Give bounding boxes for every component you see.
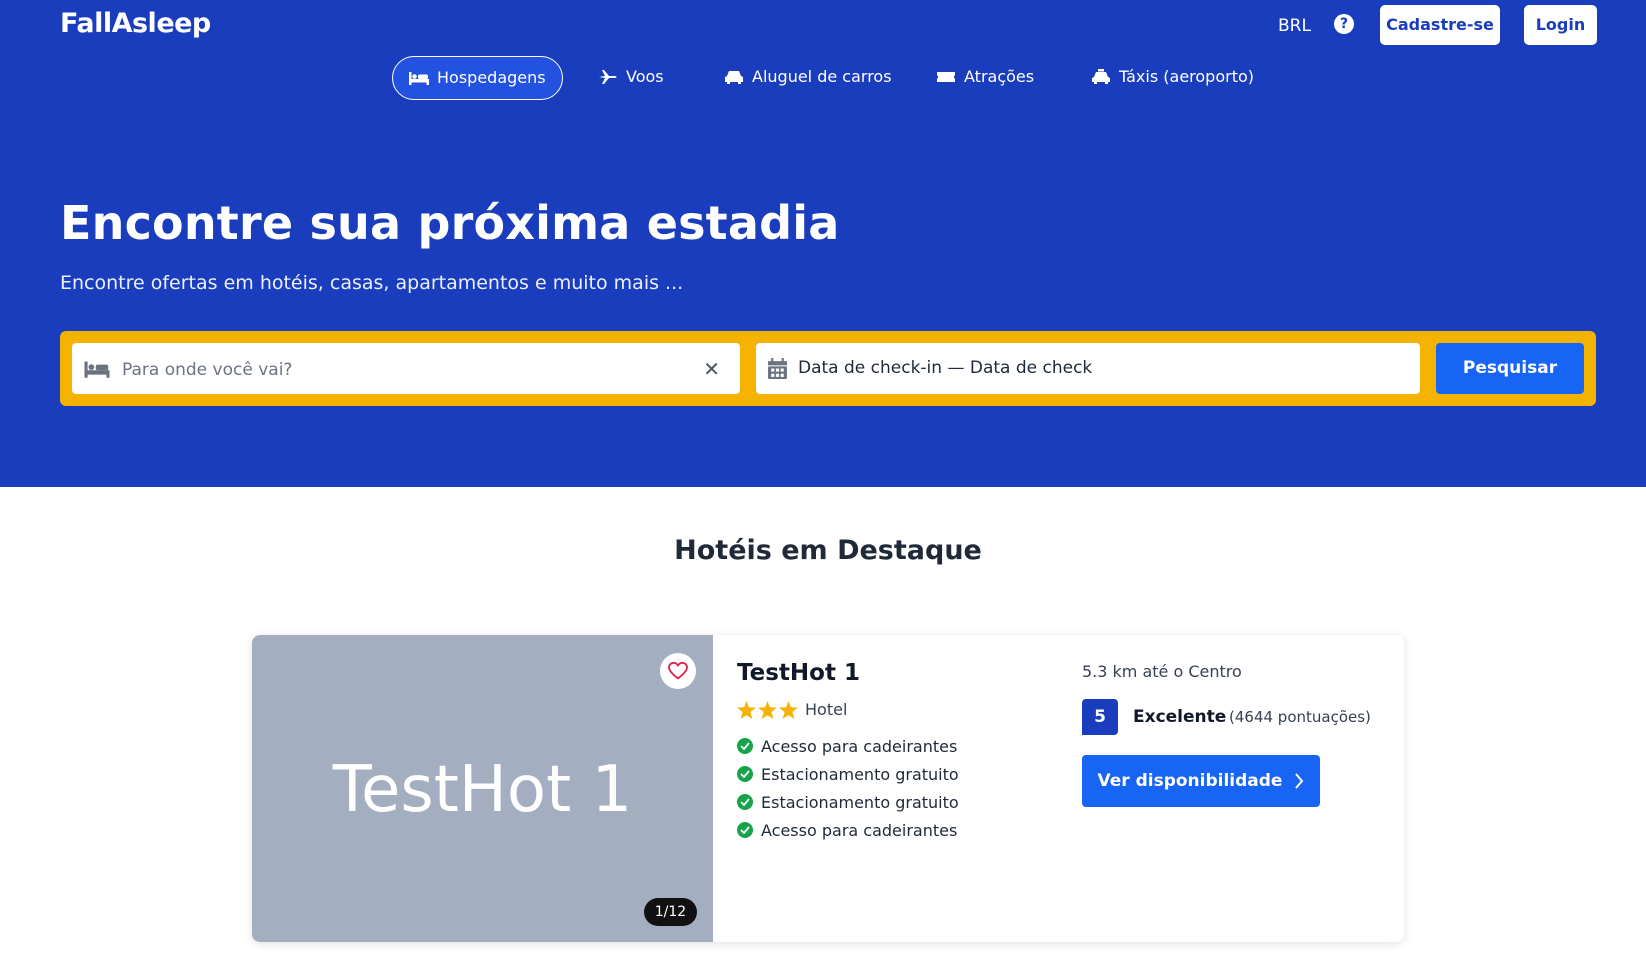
check-icon — [737, 822, 753, 838]
hotel-image[interactable]: TestHot 1 1/12 — [252, 635, 713, 942]
close-icon[interactable]: ✕ — [703, 357, 720, 381]
list-item: Acesso para cadeirantes — [737, 732, 959, 760]
list-item: Estacionamento gratuito — [737, 788, 959, 816]
tab-label: Voos — [626, 67, 664, 86]
hotel-name[interactable]: TestHot 1 — [737, 660, 860, 686]
hero-subtitle: Encontre ofertas em hotéis, casas, apart… — [60, 272, 684, 294]
rating-label: Excelente — [1133, 707, 1227, 727]
amenities-list: Acesso para cadeirantes Estacionamento g… — [737, 732, 959, 844]
check-availability-button[interactable]: Ver disponibilidade — [1082, 755, 1320, 807]
destination-input[interactable] — [120, 343, 684, 396]
star-rating — [737, 701, 798, 719]
search-button[interactable]: Pesquisar — [1436, 343, 1584, 394]
tab-atracoes[interactable]: Atrações — [920, 56, 1050, 98]
destination-field[interactable]: ✕ — [72, 343, 740, 396]
favorite-button[interactable] — [660, 653, 696, 689]
search-bar: ✕ Data de check-in — Data de check Pesqu… — [60, 331, 1596, 406]
star-icon — [779, 701, 798, 719]
bed-icon — [84, 361, 110, 378]
amenity-label: Estacionamento gratuito — [761, 792, 959, 812]
amenity-label: Acesso para cadeirantes — [761, 736, 958, 756]
main-nav: Hospedagens Voos Aluguel de carros Atraç… — [0, 56, 1646, 100]
tab-aluguel-de-carros[interactable]: Aluguel de carros — [708, 56, 908, 98]
signup-button[interactable]: Cadastre-se — [1380, 5, 1500, 45]
login-button[interactable]: Login — [1524, 5, 1597, 45]
hotel-image-text: TestHot 1 — [332, 753, 633, 827]
star-icon — [758, 701, 777, 719]
logo[interactable]: FallAsleep — [60, 8, 211, 39]
amenity-label: Estacionamento gratuito — [761, 764, 959, 784]
check-icon — [737, 766, 753, 782]
tab-label: Atrações — [964, 67, 1035, 86]
amenity-label: Acesso para cadeirantes — [761, 820, 958, 840]
dates-field[interactable]: Data de check-in — Data de check — [756, 343, 1420, 394]
chevron-right-icon — [1295, 773, 1304, 789]
calendar-icon — [768, 358, 787, 379]
tab-label: Hospedagens — [437, 68, 546, 87]
ticket-icon — [937, 72, 955, 82]
hotel-card: TestHot 1 1/12 TestHot 1 Hotel Acesso pa… — [252, 635, 1404, 942]
tab-taxis-aeroporto[interactable]: Táxis (aeroporto) — [1075, 56, 1270, 98]
image-counter: 1/12 — [644, 898, 697, 926]
star-icon — [737, 701, 756, 719]
score-badge: 5 — [1082, 699, 1118, 735]
hero-section: FallAsleep BRL ? Cadastre-se Login Hospe… — [0, 0, 1646, 487]
check-icon — [737, 794, 753, 810]
distance-to-center: 5.3 km até o Centro — [1082, 662, 1242, 681]
list-item: Acesso para cadeirantes — [737, 816, 959, 844]
hero-title: Encontre sua próxima estadia — [60, 196, 840, 250]
check-icon — [737, 738, 753, 754]
heart-icon — [668, 662, 688, 680]
taxi-icon — [1092, 69, 1110, 84]
tab-label: Aluguel de carros — [752, 67, 892, 86]
help-icon[interactable]: ? — [1334, 14, 1354, 34]
hotel-type: Hotel — [805, 700, 848, 719]
bed-icon — [409, 72, 429, 85]
plane-icon — [599, 70, 617, 84]
availability-label: Ver disponibilidade — [1097, 771, 1283, 791]
featured-title: Hotéis em Destaque — [674, 535, 982, 566]
tab-hospedagens[interactable]: Hospedagens — [392, 56, 563, 100]
list-item: Estacionamento gratuito — [737, 760, 959, 788]
review-count: (4644 pontuações) — [1229, 708, 1371, 726]
car-icon — [725, 71, 743, 84]
dates-text: Data de check-in — Data de check — [798, 358, 1093, 378]
tab-voos[interactable]: Voos — [582, 56, 680, 98]
tab-label: Táxis (aeroporto) — [1119, 67, 1254, 86]
currency-selector[interactable]: BRL — [1278, 16, 1311, 36]
